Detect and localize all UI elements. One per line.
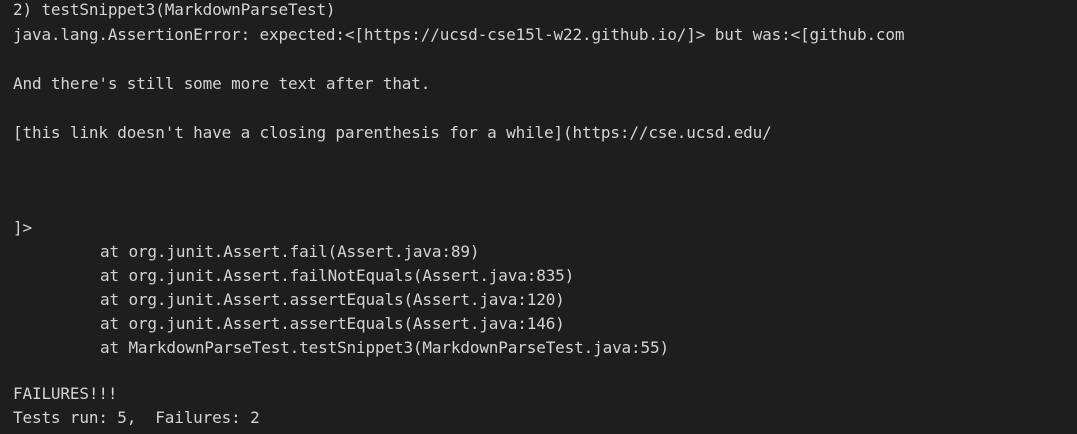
test-name-line: 2) testSnippet3(MarkdownParseTest) <box>13 0 336 19</box>
output-text-line: And there's still some more text after t… <box>13 74 431 93</box>
output-close-line: ]> <box>13 218 32 237</box>
output-link-line: [this link doesn't have a closing parent… <box>13 123 772 142</box>
failures-banner: FAILURES!!! <box>13 384 118 403</box>
terminal-output[interactable]: 2) testSnippet3(MarkdownParseTest) java.… <box>0 0 1077 434</box>
assertion-error-line: java.lang.AssertionError: expected:<[htt… <box>13 25 905 44</box>
test-summary-line: Tests run: 5, Failures: 2 <box>13 408 260 427</box>
stack-trace-line: at org.junit.Assert.assertEquals(Assert.… <box>100 290 565 309</box>
stack-trace-line: at org.junit.Assert.assertEquals(Assert.… <box>100 314 565 333</box>
stack-trace-line: at org.junit.Assert.failNotEquals(Assert… <box>100 266 575 285</box>
stack-trace-line: at MarkdownParseTest.testSnippet3(Markdo… <box>100 338 669 357</box>
stack-trace-line: at org.junit.Assert.fail(Assert.java:89) <box>100 242 480 261</box>
